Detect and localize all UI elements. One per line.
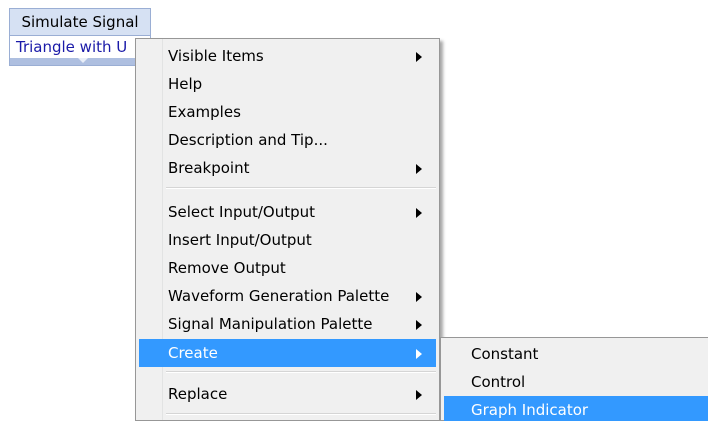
- menu-item-label: Examples: [168, 103, 241, 121]
- menu-item-label: Signal Manipulation Palette: [168, 315, 373, 333]
- menu-item-label: Select Input/Output: [168, 203, 316, 221]
- menu-item-help[interactable]: Help: [139, 70, 436, 98]
- submenu-arrow-icon: [416, 320, 422, 330]
- menu-separator: [166, 413, 436, 415]
- menu-item-label: Help: [168, 75, 203, 93]
- menu-item-label: Breakpoint: [168, 159, 250, 177]
- menu-item-replace[interactable]: Replace: [139, 380, 436, 408]
- expand-arrow-icon: [78, 58, 88, 63]
- node-resize-handle[interactable]: [10, 58, 150, 65]
- menu-item-label: Insert Input/Output: [168, 231, 312, 249]
- submenu-arrow-icon: [416, 164, 422, 174]
- submenu-item-control[interactable]: Control: [444, 368, 708, 396]
- submenu-arrow-icon: [416, 208, 422, 218]
- submenu-item-label: Graph Indicator: [471, 401, 589, 419]
- menu-item-label: Create: [168, 344, 218, 362]
- menu-item-label: Waveform Generation Palette: [168, 287, 390, 305]
- menu-item-label: Visible Items: [168, 47, 264, 65]
- menu-item-create[interactable]: Create: [139, 339, 436, 367]
- menu-item-visible-items[interactable]: Visible Items: [139, 42, 436, 70]
- menu-item-examples[interactable]: Examples: [139, 98, 436, 126]
- labview-block-diagram: Simulate Signal Triangle with U Visible …: [0, 0, 708, 421]
- menu-separator: [166, 187, 436, 189]
- menu-item-remove-output[interactable]: Remove Output: [139, 254, 436, 282]
- submenu-item-constant[interactable]: Constant: [444, 340, 708, 368]
- menu-item-waveform-generation-palette[interactable]: Waveform Generation Palette: [139, 282, 436, 310]
- menu-separator: [166, 371, 436, 373]
- submenu-arrow-icon: [416, 52, 422, 62]
- simulate-signal-node[interactable]: Simulate Signal Triangle with U: [9, 8, 151, 66]
- submenu-item-label: Control: [471, 373, 526, 391]
- context-menu: Visible Items Help Examples Description …: [135, 38, 440, 421]
- create-submenu: Constant Control Graph Indicator: [440, 337, 708, 421]
- submenu-item-graph-indicator[interactable]: Graph Indicator: [444, 396, 708, 421]
- submenu-arrow-icon: [416, 390, 422, 400]
- menu-item-label: Replace: [168, 385, 228, 403]
- node-title: Simulate Signal: [10, 9, 150, 36]
- submenu-arrow-icon: [416, 349, 422, 359]
- menu-item-label: Remove Output: [168, 259, 286, 277]
- node-parameter: Triangle with U: [10, 36, 150, 58]
- submenu-arrow-icon: [416, 292, 422, 302]
- menu-item-description-and-tip[interactable]: Description and Tip...: [139, 126, 436, 154]
- menu-item-breakpoint[interactable]: Breakpoint: [139, 154, 436, 182]
- menu-item-insert-input-output[interactable]: Insert Input/Output: [139, 226, 436, 254]
- menu-item-signal-manipulation-palette[interactable]: Signal Manipulation Palette: [139, 310, 436, 338]
- submenu-item-label: Constant: [471, 345, 539, 363]
- menu-item-select-input-output[interactable]: Select Input/Output: [139, 198, 436, 226]
- menu-item-label: Description and Tip...: [168, 131, 328, 149]
